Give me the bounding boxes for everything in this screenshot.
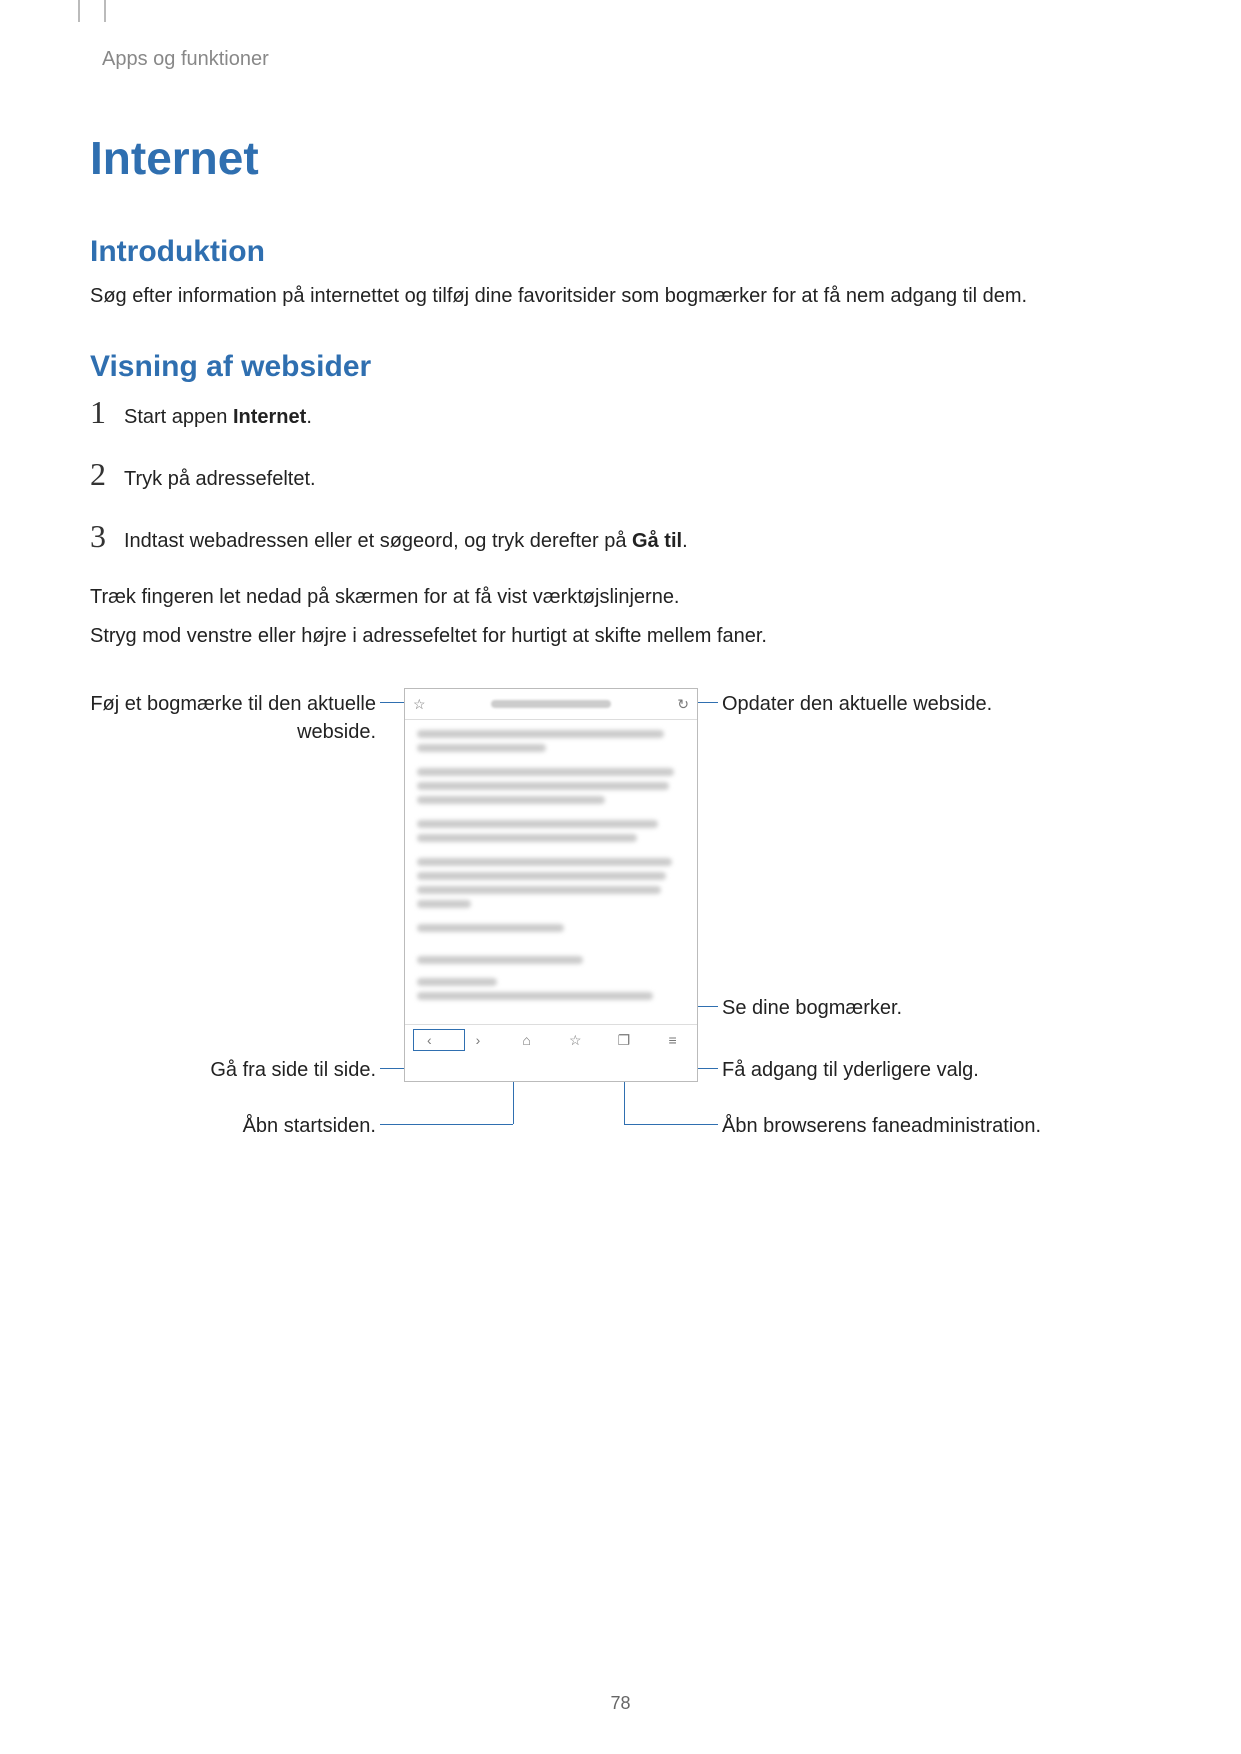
paragraph-toolbars: Træk fingeren let nedad på skærmen for a… xyxy=(90,582,1151,613)
url-placeholder xyxy=(491,700,611,708)
step-text: Start appen Internet. xyxy=(124,396,312,432)
step-3: 3 Indtast webadressen eller et søgeord, … xyxy=(90,520,1151,556)
tabs-icon: ❐ xyxy=(612,1030,636,1050)
step-2: 2 Tryk på adressefeltet. xyxy=(90,458,1151,494)
callout-line xyxy=(624,1124,718,1125)
page-content-placeholder xyxy=(405,720,697,1024)
phone-mockup: ☆ ↻ xyxy=(404,688,698,1082)
page-title: Internet xyxy=(90,131,1151,185)
section-heading-viewing: Visning af websider xyxy=(90,350,1151,384)
callout-home: Åbn startsiden. xyxy=(90,1112,376,1140)
step-1: 1 Start appen Internet. xyxy=(90,396,1151,432)
forward-icon: › xyxy=(466,1030,490,1050)
callout-bookmarks-view: Se dine bogmærker. xyxy=(722,994,1042,1022)
browser-toolbar: ‹ › ⌂ ☆ ❐ ≡ xyxy=(405,1024,697,1055)
breadcrumb: Apps og funktioner xyxy=(102,48,1151,71)
callout-nav: Gå fra side til side. xyxy=(90,1056,376,1084)
intro-paragraph: Søg efter information på internettet og … xyxy=(90,281,1151,312)
step-number: 3 xyxy=(90,520,124,554)
callout-more: Få adgang til yderligere valg. xyxy=(722,1056,1042,1084)
bookmarks-icon: ☆ xyxy=(563,1030,587,1050)
callout-refresh: Opdater den aktuelle webside. xyxy=(722,690,1042,718)
callout-tabs: Åbn browserens faneadministration. xyxy=(722,1112,1042,1140)
callout-line xyxy=(380,1124,513,1125)
section-heading-intro: Introduktion xyxy=(90,235,1151,269)
menu-icon: ≡ xyxy=(661,1030,685,1050)
browser-diagram: Føj et bogmærke til den aktuelle webside… xyxy=(90,688,1151,1178)
bookmark-star-icon: ☆ xyxy=(413,696,426,713)
page-tab-mark xyxy=(78,0,106,22)
refresh-icon: ↻ xyxy=(677,696,689,713)
step-text: Indtast webadressen eller et søgeord, og… xyxy=(124,520,688,556)
page-number: 78 xyxy=(0,1693,1241,1714)
step-text: Tryk på adressefeltet. xyxy=(124,458,316,494)
callout-bookmark-add: Føj et bogmærke til den aktuelle webside… xyxy=(90,690,376,746)
home-icon: ⌂ xyxy=(515,1030,539,1050)
browser-address-bar: ☆ ↻ xyxy=(405,689,697,720)
step-number: 2 xyxy=(90,458,124,492)
nav-highlight-box xyxy=(413,1029,465,1051)
step-number: 1 xyxy=(90,396,124,430)
paragraph-tabs-swipe: Stryg mod venstre eller højre i adressef… xyxy=(90,621,1151,652)
